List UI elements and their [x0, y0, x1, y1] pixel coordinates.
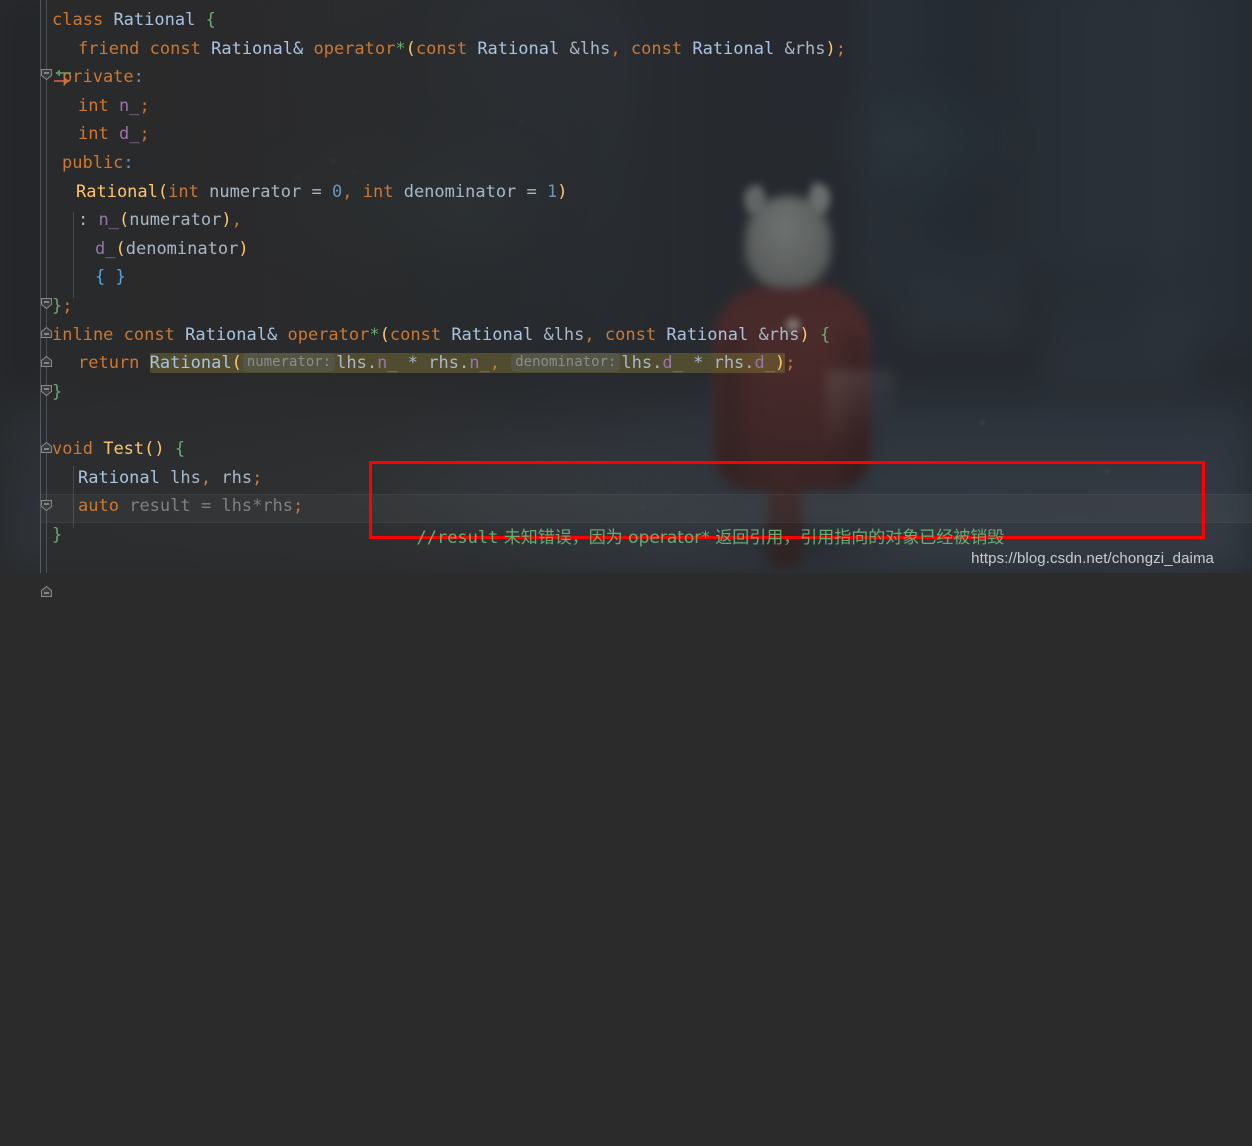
- code-line[interactable]: Rational lhs, rhs;: [78, 464, 262, 493]
- code-line[interactable]: : n_(numerator),: [78, 206, 242, 235]
- code-line[interactable]: }: [52, 378, 62, 407]
- inlay-hint-denominator[interactable]: denominator:: [511, 353, 620, 372]
- code-line[interactable]: class Rational {: [52, 6, 216, 35]
- annotation-comment-text: //result 未知错误，因为 operator* 返回引用，引用指向的对象已…: [396, 495, 1004, 552]
- code-line[interactable]: return Rational(numerator:lhs.n_ * rhs.n…: [78, 349, 796, 378]
- code-line[interactable]: { }: [95, 263, 126, 292]
- code-line-blank[interactable]: [52, 406, 62, 435]
- code-line[interactable]: }: [52, 521, 62, 550]
- code-line[interactable]: friend const Rational& operator*(const R…: [78, 35, 846, 64]
- code-line[interactable]: void Test() {: [52, 435, 185, 464]
- watermark-url: https://blog.csdn.net/chongzi_daima: [971, 550, 1214, 567]
- comment-body: 未知错误，因为 operator* 返回引用，引用指向的对象已经被销毁: [498, 528, 1004, 548]
- code-line[interactable]: int d_;: [78, 120, 150, 149]
- code-line[interactable]: inline const Rational& operator*(const R…: [52, 321, 830, 350]
- code-line[interactable]: Rational(int numerator = 0, int denomina…: [76, 178, 568, 207]
- code-line[interactable]: public:: [62, 149, 134, 178]
- code-line[interactable]: d_(denominator): [95, 235, 249, 264]
- comment-prefix: //result: [416, 528, 498, 548]
- code-line[interactable]: auto result = lhs*rhs;: [78, 492, 303, 521]
- inlay-hint-numerator[interactable]: numerator:: [243, 353, 335, 372]
- code-line[interactable]: };: [52, 292, 73, 321]
- code-line[interactable]: int n_;: [78, 92, 150, 121]
- code-line[interactable]: private:: [62, 63, 144, 92]
